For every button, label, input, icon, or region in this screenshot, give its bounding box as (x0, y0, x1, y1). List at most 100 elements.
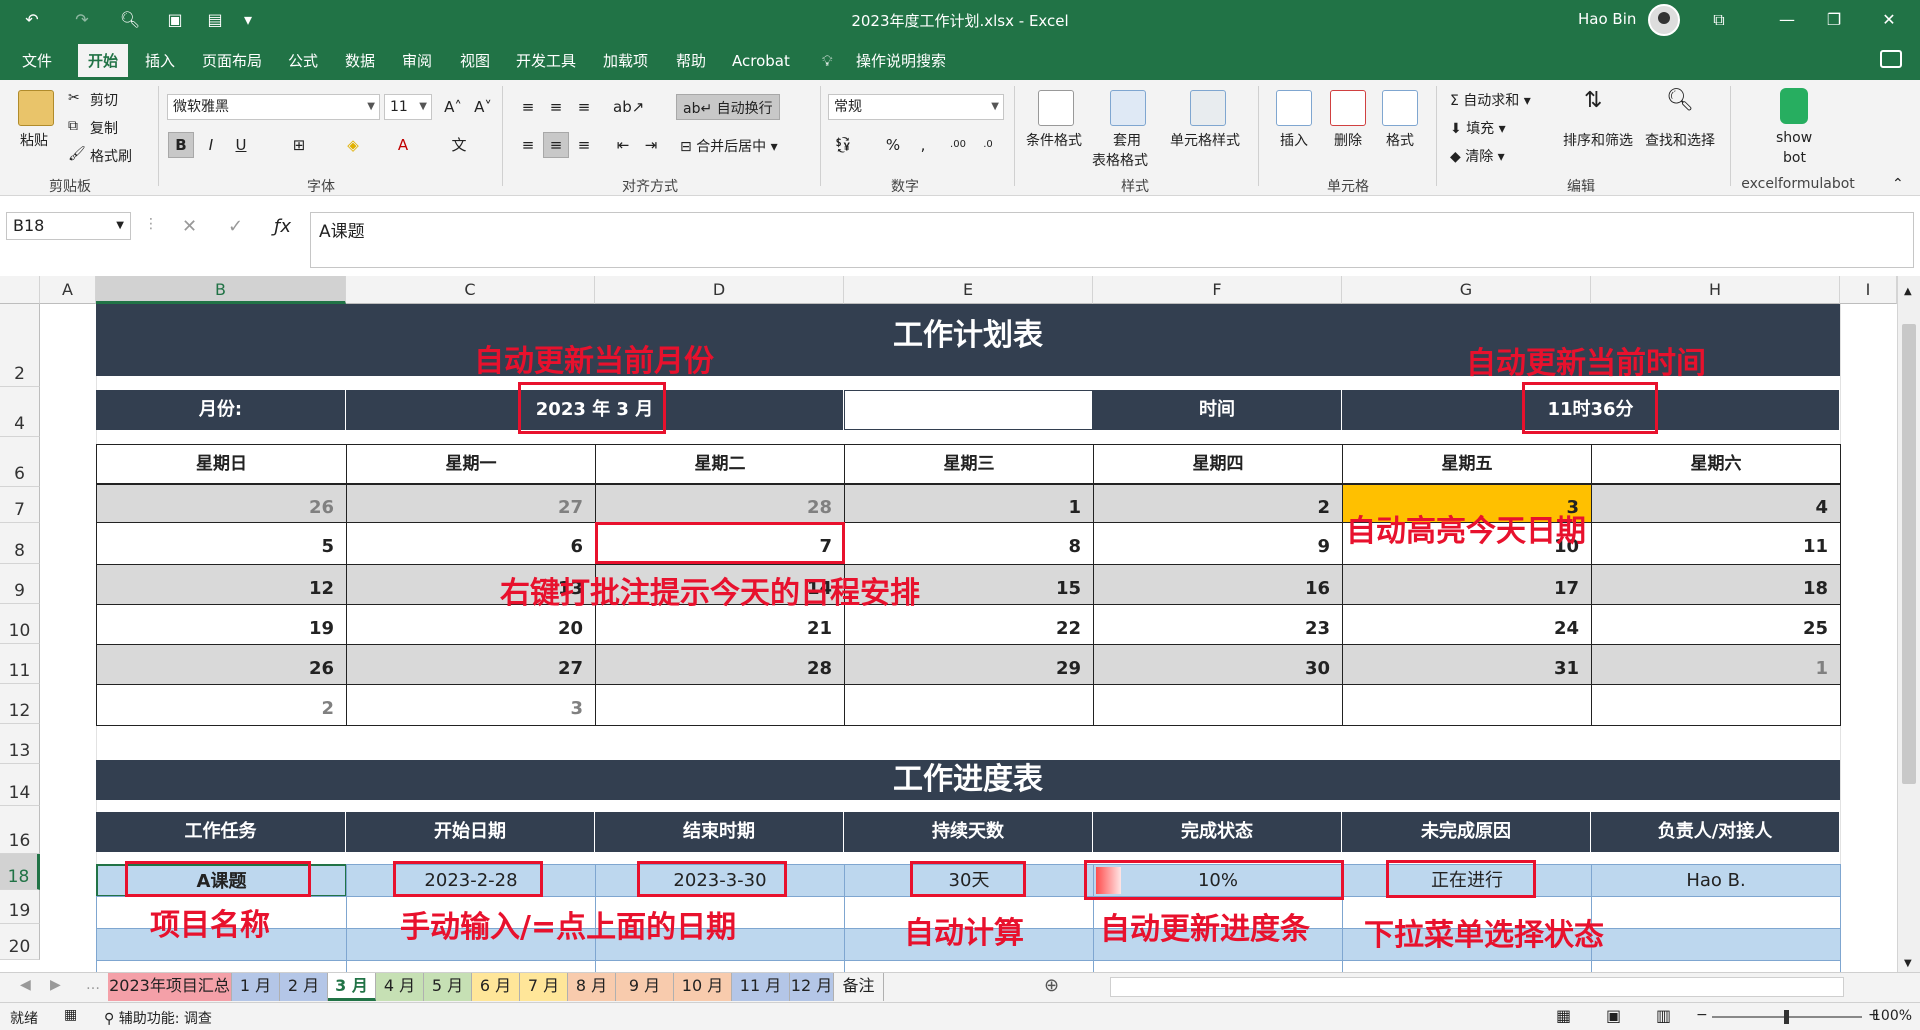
column-header-d[interactable]: D (595, 276, 844, 304)
select-all-corner[interactable] (0, 276, 40, 304)
calendar-day-cell[interactable]: 26 (96, 644, 347, 686)
orientation-icon[interactable]: ab↗ (612, 94, 644, 120)
calendar-day-cell[interactable]: 6 (346, 522, 596, 565)
row-header-20[interactable]: 20 (0, 924, 40, 960)
italic-button[interactable]: I (198, 132, 224, 158)
number-format-select[interactable]: 常规 ▼ (828, 94, 1004, 120)
cancel-icon[interactable]: ✕ (182, 216, 197, 237)
row-header-18[interactable]: 18 (0, 854, 40, 890)
calendar-day-cell[interactable]: 26 (96, 484, 347, 524)
empty-cell[interactable] (844, 390, 1093, 430)
cell-styles-button[interactable]: 单元格样式 (1170, 130, 1240, 150)
calendar-day-cell[interactable]: 4 (1591, 484, 1841, 524)
calendar-day-cell[interactable]: 2 (96, 684, 347, 726)
formula-bot-icon[interactable] (1780, 88, 1808, 124)
tab-insert[interactable]: 插入 (145, 49, 175, 73)
increase-indent-icon[interactable]: ⇥ (638, 132, 664, 158)
align-left-icon[interactable]: ≡ (515, 132, 541, 158)
tab-view[interactable]: 视图 (460, 49, 490, 73)
tab-file[interactable]: 文件 (22, 49, 52, 73)
paste-icon[interactable] (18, 90, 54, 126)
sheet-tab[interactable]: 6 月 (472, 973, 520, 1001)
name-box[interactable]: B18 ▼ (6, 212, 131, 240)
calendar-day-cell[interactable]: 3 (346, 684, 596, 726)
scroll-up-icon[interactable]: ▲ (1904, 286, 1912, 297)
format-painter-button[interactable]: 格式刷 (90, 146, 132, 166)
cut-icon[interactable]: ✂ (68, 90, 80, 106)
sheet-tab[interactable]: 3 月 (328, 973, 376, 1001)
row-header-2[interactable]: 2 (0, 304, 40, 387)
tab-add-ins[interactable]: 加载项 (603, 49, 648, 73)
column-header-h[interactable]: H (1591, 276, 1840, 304)
calendar-day-cell[interactable]: 19 (96, 604, 347, 646)
sheet-tab[interactable]: 2023年项目汇总 (108, 973, 232, 1001)
horizontal-scrollbar[interactable] (1110, 977, 1844, 997)
close-icon[interactable]: ✕ (1866, 6, 1912, 34)
page-break-view-icon[interactable]: ▥ (1656, 1006, 1671, 1025)
progress-cell[interactable]: Hao B. (1591, 864, 1841, 897)
accessibility-status[interactable]: ⚲ 辅助功能: 调查 (104, 1008, 212, 1028)
align-right-icon[interactable]: ≡ (571, 132, 597, 158)
insert-cells-button[interactable]: 插入 (1280, 130, 1308, 150)
calendar-day-cell[interactable]: 25 (1591, 604, 1841, 646)
cut-button[interactable]: 剪切 (90, 90, 118, 110)
worksheet-grid[interactable]: A B C D E F G H I 2 4 6 7 8 9 10 11 12 1… (0, 276, 1920, 978)
sheet-tab[interactable]: 5 月 (424, 973, 472, 1001)
empty-progress-cell[interactable] (1591, 896, 1841, 929)
borders-icon[interactable]: ⊞ (286, 132, 312, 158)
format-as-table-button-2[interactable]: 表格格式 (1092, 150, 1148, 170)
user-name[interactable]: Hao Bin (1578, 10, 1636, 28)
tab-page-layout[interactable]: 页面布局 (202, 49, 262, 73)
page-layout-view-icon[interactable]: ▣ (1606, 1006, 1621, 1025)
calendar-day-cell[interactable]: 29 (844, 644, 1094, 686)
row-header-12[interactable]: 12 (0, 684, 40, 724)
maximize-icon[interactable]: ❐ (1811, 6, 1857, 34)
calendar-day-cell[interactable]: 31 (1342, 644, 1592, 686)
column-header-i[interactable]: I (1840, 276, 1897, 304)
scroll-down-icon[interactable]: ▼ (1904, 958, 1912, 969)
insert-function-icon[interactable]: ƒx (274, 216, 291, 237)
calendar-day-cell[interactable]: 17 (1342, 564, 1592, 606)
conditional-format-button[interactable]: 条件格式 (1026, 130, 1082, 150)
format-cells-button[interactable]: 格式 (1386, 130, 1414, 150)
calendar-day-cell[interactable]: 28 (595, 484, 845, 524)
delete-cells-icon[interactable] (1330, 90, 1366, 126)
next-sheet-icon[interactable]: ▶ (50, 977, 61, 993)
ribbon-display-icon[interactable]: ⧉ (1696, 6, 1742, 34)
increase-decimal-icon[interactable]: .00 (945, 132, 971, 158)
copy-icon[interactable]: ⧉ (68, 118, 78, 134)
collapse-ribbon-icon[interactable]: ⌃ (1892, 176, 1904, 192)
align-top-icon[interactable]: ≡ (515, 94, 541, 120)
format-cells-icon[interactable] (1382, 90, 1418, 126)
lightbulb-icon[interactable]: 💡︎ (822, 49, 833, 73)
normal-view-icon[interactable]: ▦ (1556, 1006, 1571, 1025)
format-as-table-icon[interactable] (1110, 90, 1146, 126)
enter-icon[interactable]: ✓ (228, 216, 243, 237)
currency-icon[interactable]: 💱︎ (830, 132, 856, 158)
percent-icon[interactable]: % (880, 132, 906, 158)
merge-center-button[interactable]: ⊟ 合并后居中 ▾ (680, 136, 778, 156)
tab-review[interactable]: 审阅 (402, 49, 432, 73)
format-as-table-button-1[interactable]: 套用 (1113, 130, 1141, 150)
calendar-day-cell[interactable]: 27 (346, 484, 596, 524)
sort-filter-button[interactable]: 排序和筛选 (1563, 130, 1633, 150)
conditional-format-icon[interactable] (1038, 90, 1074, 126)
sheet-tab[interactable]: 10 月 (674, 973, 732, 1001)
calendar-day-cell[interactable]: 5 (96, 522, 347, 565)
wrap-text-button[interactable]: ab↵ 自动换行 (676, 94, 780, 120)
row-header-7[interactable]: 7 (0, 487, 40, 523)
calendar-day-cell[interactable]: 23 (1093, 604, 1343, 646)
align-center-icon[interactable]: ≡ (543, 132, 569, 158)
zoom-slider[interactable] (1712, 1010, 1862, 1024)
row-header-6[interactable]: 6 (0, 437, 40, 487)
fill-color-icon[interactable]: ◈ (340, 132, 366, 158)
tab-help[interactable]: 帮助 (676, 49, 706, 73)
avatar[interactable] (1648, 4, 1680, 36)
row-header-19[interactable]: 19 (0, 890, 40, 924)
decrease-indent-icon[interactable]: ⇤ (610, 132, 636, 158)
calendar-day-cell[interactable]: 1 (1591, 644, 1841, 686)
tab-data[interactable]: 数据 (345, 49, 375, 73)
insert-cells-icon[interactable] (1276, 90, 1312, 126)
sheet-tab[interactable]: 7 月 (520, 973, 568, 1001)
row-header-13[interactable]: 13 (0, 724, 40, 764)
